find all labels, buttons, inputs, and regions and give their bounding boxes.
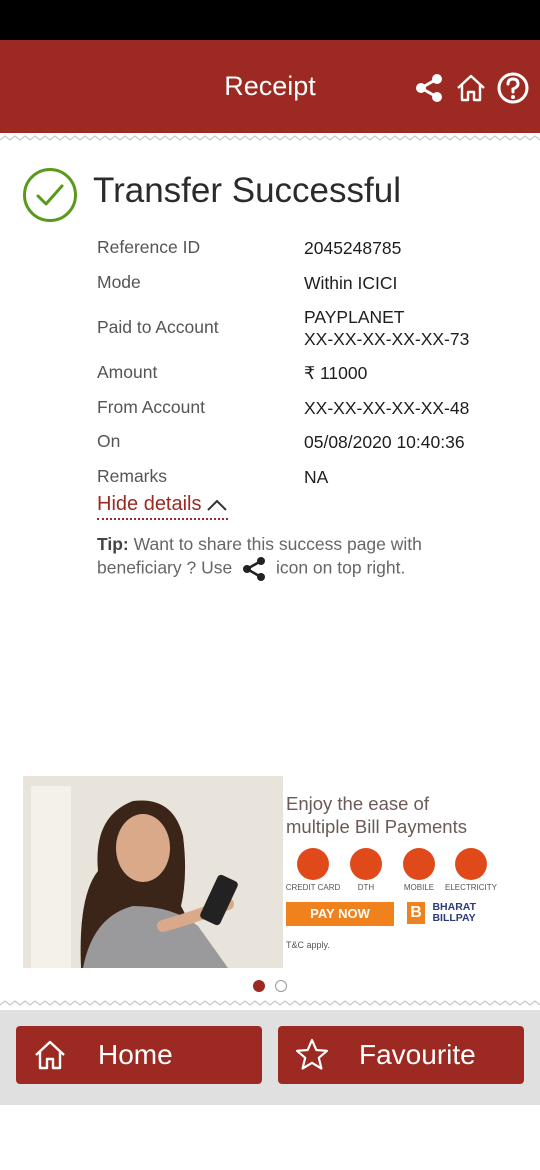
footer-bar: Home Favourite (0, 1010, 540, 1105)
terms-text: T&C apply. (286, 940, 330, 950)
lightning-icon (455, 848, 487, 880)
carousel-indicator (253, 979, 297, 997)
brand-line2: BILLPAY (432, 912, 476, 924)
detail-value: PAYPLANET (304, 307, 405, 327)
mobile-phone-icon (403, 848, 435, 880)
detail-label: Remarks (97, 466, 168, 486)
carousel-dot-1[interactable] (253, 980, 265, 992)
credit-card-icon (297, 848, 329, 880)
app-header: Receipt (0, 40, 540, 133)
favourite-button[interactable]: Favourite (278, 1026, 524, 1084)
mobile-category: MOBILE (399, 848, 439, 892)
detail-value: XX-XX-XX-XX-XX-48 (304, 398, 470, 418)
satellite-dish-icon (350, 848, 382, 880)
tip-text-after: icon on top right. (275, 557, 406, 578)
detail-value: NA (304, 467, 329, 487)
electricity-category: ELECTRICITY (445, 848, 497, 892)
star-icon (295, 1038, 329, 1070)
zigzag-divider-bottom (0, 1000, 540, 1006)
check-circle-icon (23, 168, 77, 222)
detail-label: On (97, 431, 121, 451)
banner-headline-line1: Enjoy the ease of (286, 793, 429, 814)
credit-card-category: CREDIT CARD (286, 848, 340, 892)
detail-value: Within ICICI (304, 273, 398, 293)
pay-now-button[interactable]: PAY NOW (286, 902, 394, 926)
detail-label: From Account (97, 397, 205, 417)
woman-with-phone-image (23, 776, 283, 968)
category-label: DTH (357, 883, 375, 892)
tip-text: Tip: Want to share this success page wit… (97, 533, 467, 582)
detail-label: Reference ID (97, 237, 201, 257)
share-icon-inline (243, 557, 266, 581)
status-bar (0, 0, 540, 40)
detail-value: ₹ 11000 (304, 363, 368, 383)
home-icon (35, 1040, 65, 1070)
home-button-label: Home (98, 1039, 173, 1070)
detail-value: 2045248785 (304, 238, 402, 258)
detail-value-account: XX-XX-XX-XX-XX-73 (304, 329, 470, 349)
banner-headline: Enjoy the ease of multiple Bill Payments (286, 792, 467, 838)
home-button[interactable]: Home (16, 1026, 262, 1084)
category-label: ELECTRICITY (444, 883, 497, 892)
bharat-billpay-logo: B BHARAT BILLPAY (407, 902, 476, 924)
bharat-billpay-mark: B (407, 902, 425, 924)
dth-category: DTH (346, 848, 386, 892)
home-icon[interactable] (454, 71, 488, 105)
success-title: Transfer Successful (93, 171, 401, 210)
hide-details-label: Hide details (97, 493, 202, 515)
favourite-button-label: Favourite (359, 1039, 476, 1070)
category-label: CREDIT CARD (285, 883, 341, 892)
hide-details-link[interactable]: Hide details (97, 493, 228, 520)
tip-label: Tip: (97, 534, 129, 554)
help-icon[interactable] (496, 71, 530, 105)
carousel-dot-2[interactable] (275, 980, 287, 992)
share-icon[interactable] (412, 71, 446, 105)
detail-label: Amount (97, 362, 158, 382)
detail-label: Mode (97, 272, 141, 292)
detail-label: Paid to Account (97, 317, 219, 337)
banner-headline-line2: multiple Bill Payments (286, 816, 467, 837)
category-label: MOBILE (403, 883, 435, 892)
zigzag-divider (0, 135, 540, 141)
promo-banner[interactable]: Enjoy the ease of multiple Bill Payments… (23, 776, 517, 968)
detail-value: 05/08/2020 10:40:36 (304, 432, 465, 452)
chevron-up-icon (206, 499, 227, 511)
bharat-billpay-text: BHARAT BILLPAY (432, 902, 476, 924)
